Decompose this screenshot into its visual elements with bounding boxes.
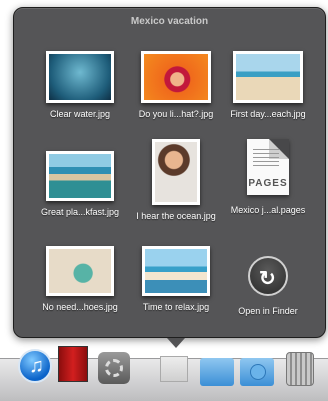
stack-item-mexico-journal[interactable]: PAGES Mexico j...al.pages	[220, 139, 316, 215]
stack-popup: Mexico vacation Clear water.jpg Do you l…	[13, 7, 326, 338]
photo-thumbnail	[141, 51, 211, 103]
system-preferences-icon[interactable]	[98, 352, 132, 388]
stack-icon[interactable]	[160, 356, 194, 392]
front-row-icon[interactable]	[58, 346, 92, 382]
stack-title: Mexico vacation	[130, 16, 209, 27]
stack-item-label: Open in Finder	[238, 306, 298, 316]
photo-thumbnail	[233, 51, 303, 103]
open-in-finder-button[interactable]: ↻ Open in Finder	[220, 246, 316, 316]
folder-icon[interactable]	[200, 358, 234, 394]
trash-icon[interactable]	[286, 352, 320, 388]
stack-item-i-hear-the-ocean[interactable]: I hear the ocean.jpg	[128, 139, 224, 221]
photo-thumbnail	[46, 246, 114, 296]
stack-item-label: First day...each.jpg	[230, 109, 306, 119]
pages-document-icon: PAGES	[247, 139, 289, 195]
stack-item-label: I hear the ocean.jpg	[136, 211, 216, 221]
stack-item-clear-water[interactable]: Clear water.jpg	[32, 51, 128, 119]
photo-thumbnail	[152, 139, 200, 205]
stack-item-label: Time to relax.jpg	[142, 302, 210, 312]
stack-item-time-to-relax[interactable]: Time to relax.jpg	[128, 246, 224, 312]
stack-item-do-you-like-hat[interactable]: Do you li...hat?.jpg	[128, 51, 224, 119]
stack-item-label: Do you li...hat?.jpg	[138, 109, 214, 119]
stack-item-label: Mexico j...al.pages	[230, 205, 306, 215]
stack-item-great-place-breakfast[interactable]: Great pla...kfast.jpg	[32, 151, 128, 217]
stack-pointer	[167, 338, 185, 348]
downloads-folder-icon[interactable]	[240, 358, 274, 394]
stack-item-label: Clear water.jpg	[49, 109, 111, 119]
photo-thumbnail	[46, 151, 114, 201]
stack-item-no-need-shoes[interactable]: No need...hoes.jpg	[32, 246, 128, 312]
stack-item-label: Great pla...kfast.jpg	[40, 207, 120, 217]
itunes-icon[interactable]: ♫	[18, 349, 52, 385]
photo-thumbnail	[142, 246, 210, 296]
stack-item-label: No need...hoes.jpg	[42, 302, 118, 312]
photo-thumbnail	[46, 51, 114, 103]
open-in-finder-icon: ↻	[248, 256, 288, 296]
stack-item-first-day-beach[interactable]: First day...each.jpg	[220, 51, 316, 119]
